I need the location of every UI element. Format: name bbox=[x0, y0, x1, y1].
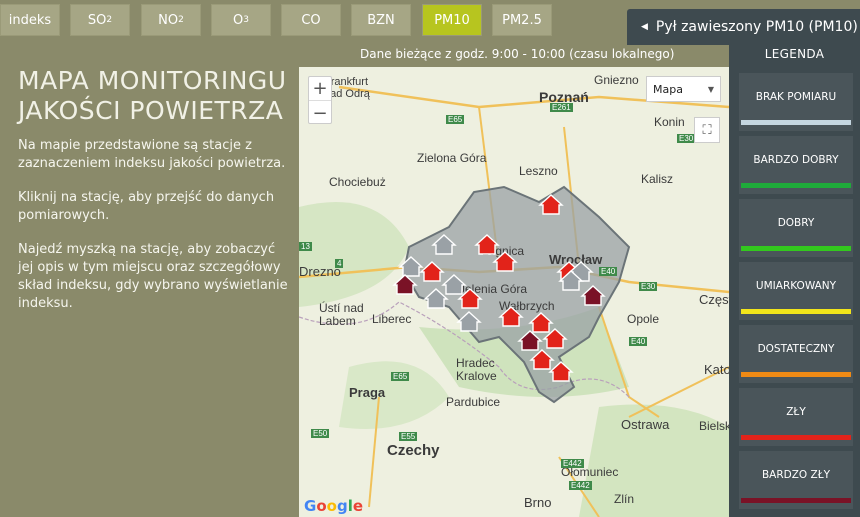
station-icon-bad bbox=[549, 361, 573, 382]
legend-item-umiarkowany: UMIARKOWANY bbox=[739, 262, 853, 320]
triangle-left-icon: ◀ bbox=[641, 22, 648, 32]
tab-so2[interactable]: SO 2 bbox=[70, 4, 130, 36]
legend-color-bar bbox=[741, 120, 851, 125]
google-logo: Google bbox=[304, 497, 364, 515]
station-icon-very-bad bbox=[581, 285, 605, 306]
legend-item-dobry: DOBRY bbox=[739, 199, 853, 257]
legend-item-label: BRAK POMIARU bbox=[755, 91, 837, 103]
station-icon-no-data bbox=[424, 288, 448, 309]
pollutant-header[interactable]: ◀ Pył zawieszony PM10 (PM10) bbox=[627, 9, 860, 45]
station-icon-no-data bbox=[399, 256, 423, 277]
tab-co[interactable]: CO bbox=[281, 4, 341, 36]
legend-item-label: BARDZO DOBRY bbox=[753, 154, 839, 166]
pollutant-header-label: Pył zawieszony PM10 (PM10) bbox=[655, 19, 858, 35]
legend-title: LEGENDA bbox=[764, 47, 825, 61]
station-icon-no-data bbox=[442, 274, 466, 295]
legend-item-label: ZŁY bbox=[786, 406, 806, 418]
tab-pm25[interactable]: PM2.5 bbox=[492, 4, 552, 36]
pollutant-tab-bar: indeks SO 2 NO 2 O3 CO BZN PM10 PM2.5 bbox=[0, 0, 620, 44]
station-icon-very-bad bbox=[518, 330, 542, 351]
fullscreen-icon: ⛶ bbox=[702, 122, 712, 138]
station-icon-bad bbox=[475, 234, 499, 255]
tab-indeks[interactable]: indeks bbox=[0, 4, 60, 36]
station-icon-bad bbox=[420, 261, 444, 282]
tab-bzn[interactable]: BZN bbox=[351, 4, 411, 36]
tab-no2[interactable]: NO 2 bbox=[141, 4, 201, 36]
legend-color-bar bbox=[741, 309, 851, 314]
zoom-control: + − bbox=[308, 76, 332, 124]
station-icon-bad bbox=[499, 306, 523, 327]
map-type-select[interactable]: Mapa ▼ bbox=[646, 76, 721, 102]
info-paragraph-2: Kliknij na stację, aby przejść do danych… bbox=[18, 190, 275, 223]
legend-item-bardzo-dobry: BARDZO DOBRY bbox=[739, 136, 853, 194]
dropdown-caret-icon: ▼ bbox=[707, 85, 714, 94]
legend-item-zly: ZŁY bbox=[739, 388, 853, 446]
legend-item-label: DOSTATECZNY bbox=[757, 343, 835, 355]
fullscreen-button[interactable]: ⛶ bbox=[694, 117, 720, 143]
legend-color-bar bbox=[741, 498, 851, 503]
legend-item-label: UMIARKOWANY bbox=[755, 280, 837, 292]
station-icon-bad bbox=[539, 194, 563, 215]
station-icon-bad bbox=[493, 251, 517, 272]
page-title: MAPA MONITORINGU JAKOŚCI POWIETRZA bbox=[18, 66, 287, 125]
tab-pm10[interactable]: PM10 bbox=[422, 4, 482, 36]
station-markers bbox=[393, 194, 605, 382]
info-paragraph-1: Na mapie przedstawione są stacje z zazna… bbox=[18, 138, 286, 171]
legend-item-dostateczny: DOSTATECZNY bbox=[739, 325, 853, 383]
legend-item-bardzo-zly: BARDZO ZŁY bbox=[739, 451, 853, 509]
station-icon-bad bbox=[530, 349, 554, 370]
data-time-label: Dane bieżące z godz. 9:00 - 10:00 (czasu… bbox=[360, 47, 675, 61]
legend-color-bar bbox=[741, 246, 851, 251]
info-paragraph-3: Najedź myszką na stację, aby zobaczyć je… bbox=[18, 242, 288, 311]
air-quality-map[interactable]: Gniezno Poznań Frankfurt nad Odrą Konin … bbox=[299, 67, 729, 517]
legend-item-label: DOBRY bbox=[777, 217, 815, 229]
station-icon-no-data bbox=[432, 234, 456, 255]
legend-color-bar bbox=[741, 435, 851, 440]
legend-color-bar bbox=[741, 372, 851, 377]
station-icon-no-data bbox=[457, 311, 481, 332]
legend-item-brak-pomiaru: BRAK POMIARU bbox=[739, 73, 853, 131]
legend-color-bar bbox=[741, 183, 851, 188]
legend-panel: LEGENDA BRAK POMIARU BARDZO DOBRY DOBRY … bbox=[729, 45, 860, 517]
station-icon-very-bad bbox=[393, 274, 417, 295]
zoom-in-button[interactable]: + bbox=[309, 77, 331, 101]
map-type-value: Mapa bbox=[653, 82, 683, 96]
station-icon-bad bbox=[529, 312, 553, 333]
zoom-out-button[interactable]: − bbox=[309, 101, 331, 125]
legend-item-label: BARDZO ZŁY bbox=[761, 469, 831, 481]
tab-o3[interactable]: O3 bbox=[211, 4, 271, 36]
